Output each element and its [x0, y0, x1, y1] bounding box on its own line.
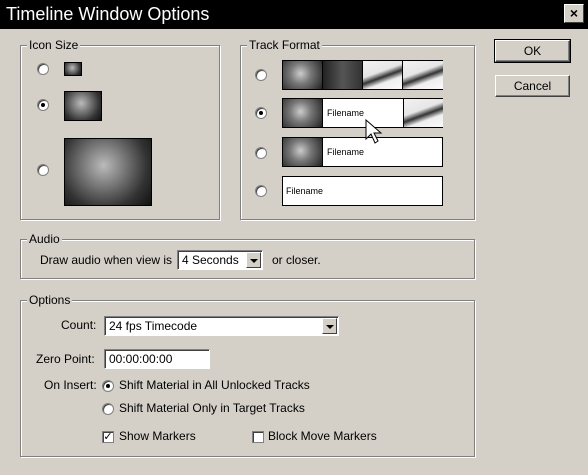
- track-format-option-2-preview: Filename: [282, 98, 443, 128]
- preview-frame: [403, 99, 443, 127]
- ok-button-label: OK: [523, 44, 542, 58]
- preview-frame: [283, 138, 323, 166]
- block-move-markers-label: Block Move Markers: [268, 429, 377, 443]
- track-format-option-3-radio[interactable]: [255, 147, 267, 159]
- track-format-option-1-preview: [282, 60, 443, 90]
- preview-frame: [323, 61, 363, 89]
- audio-duration-value: 4 Seconds: [182, 253, 239, 267]
- close-button[interactable]: ×: [564, 4, 584, 23]
- track-format-option-1-radio[interactable]: [255, 69, 267, 81]
- track-format-option-2-radio[interactable]: [255, 107, 267, 119]
- track-filename-label: Filename: [327, 108, 365, 118]
- zero-point-field[interactable]: 00:00:00:00: [104, 349, 210, 369]
- count-dropdown[interactable]: 24 fps Timecode: [104, 316, 339, 336]
- window-title: Timeline Window Options: [6, 4, 210, 24]
- icon-size-label: Icon Size: [27, 38, 81, 52]
- chevron-down-icon[interactable]: [322, 318, 337, 334]
- icon-size-large-radio[interactable]: [37, 164, 49, 176]
- show-markers-checkbox[interactable]: ✓: [102, 431, 114, 443]
- shift-all-unlocked-label: Shift Material in All Unlocked Tracks: [119, 378, 310, 392]
- track-format-option-3-preview: Filename: [282, 137, 443, 167]
- ok-button[interactable]: OK: [494, 39, 571, 63]
- track-filename-label: Filename: [327, 147, 365, 157]
- preview-frame: [283, 99, 323, 127]
- zero-point-value: 00:00:00:00: [109, 352, 173, 366]
- shift-target-only-radio[interactable]: [102, 403, 114, 415]
- cancel-button-label: Cancel: [513, 79, 552, 93]
- preview-frame: [283, 61, 323, 89]
- mouse-cursor-icon: [365, 119, 383, 144]
- audio-prefix-text: Draw audio when view is: [40, 253, 173, 267]
- audio-label: Audio: [27, 232, 62, 246]
- cancel-button[interactable]: Cancel: [495, 75, 570, 97]
- track-format-option-4-preview: Filename: [282, 176, 443, 206]
- title-bar: Timeline Window Options ×: [0, 0, 588, 29]
- icon-size-large-thumbnail: [64, 138, 152, 206]
- preview-frame: [363, 61, 403, 89]
- block-move-markers-checkbox[interactable]: [252, 431, 264, 443]
- audio-duration-dropdown[interactable]: 4 Seconds: [177, 250, 263, 270]
- icon-size-medium-thumbnail: [64, 91, 102, 121]
- track-format-label: Track Format: [247, 38, 322, 52]
- preview-frame: [403, 61, 443, 89]
- options-label: Options: [27, 293, 73, 307]
- audio-suffix-text: or closer.: [272, 253, 321, 267]
- shift-all-unlocked-radio[interactable]: [102, 380, 114, 392]
- track-format-option-4-radio[interactable]: [255, 185, 267, 197]
- count-label: Count:: [61, 318, 97, 332]
- icon-size-small-thumbnail: [64, 62, 82, 76]
- show-markers-label: Show Markers: [119, 429, 196, 443]
- on-insert-label: On Insert:: [44, 378, 97, 392]
- chevron-down-icon[interactable]: [246, 252, 261, 268]
- track-filename-label: Filename: [286, 186, 324, 196]
- icon-size-small-radio[interactable]: [37, 63, 49, 75]
- zero-point-label: Zero Point:: [36, 352, 95, 366]
- shift-target-only-label: Shift Material Only in Target Tracks: [119, 401, 305, 415]
- close-icon: ×: [569, 5, 579, 21]
- icon-size-medium-radio[interactable]: [37, 99, 49, 111]
- count-value: 24 fps Timecode: [109, 319, 198, 333]
